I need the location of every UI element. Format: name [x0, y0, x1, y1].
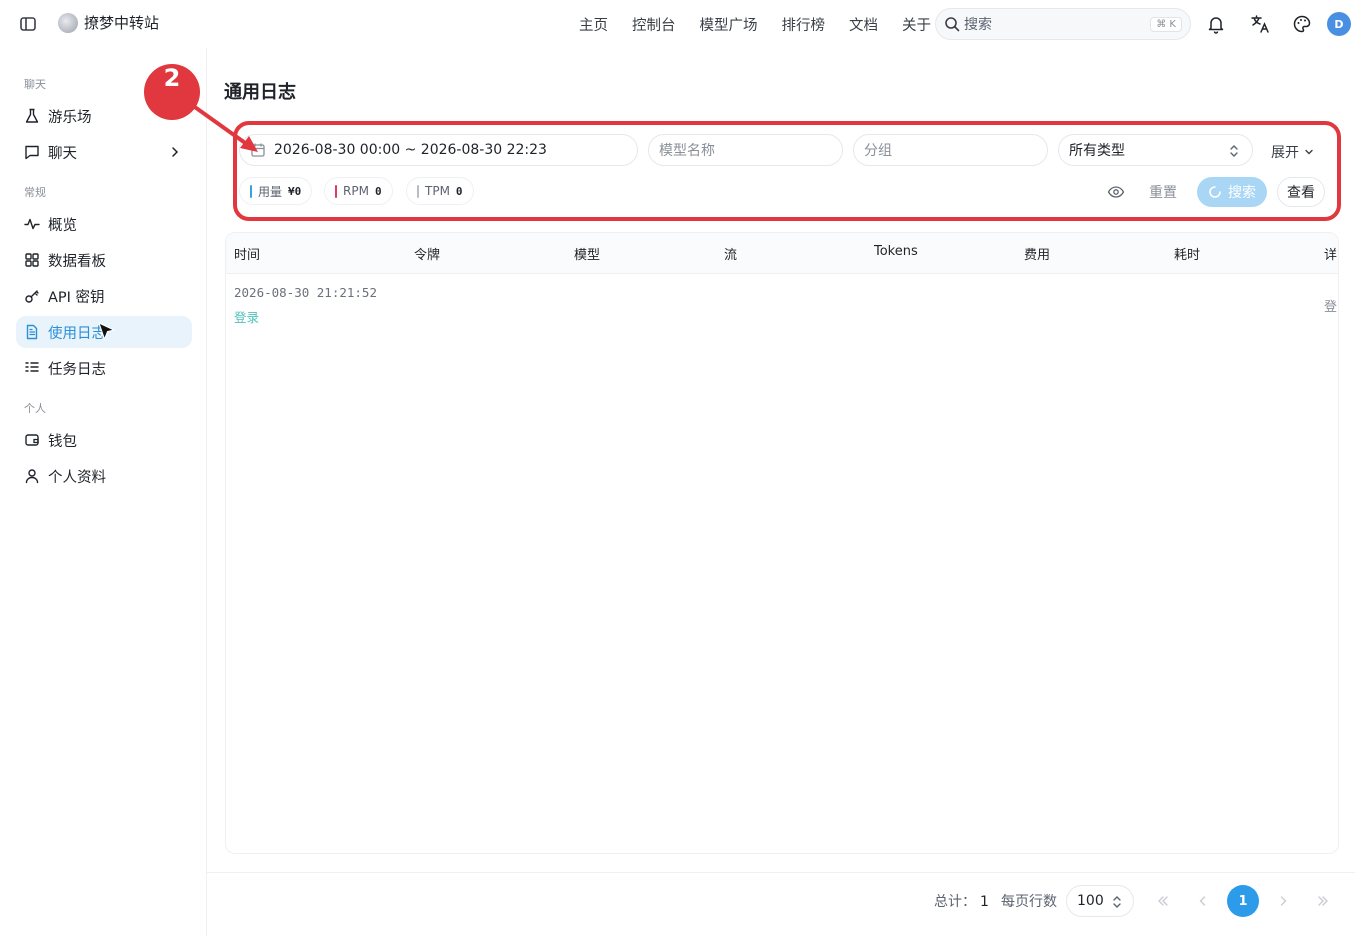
column-header-time[interactable]: 时间 [234, 244, 260, 263]
nav-about[interactable]: 关于 [902, 14, 931, 35]
column-header-tokens[interactable]: Tokens [874, 244, 918, 259]
sidebar-item-label: 钱包 [48, 433, 77, 450]
chat-icon [25, 145, 39, 160]
palette-icon[interactable] [1291, 13, 1313, 35]
sidebar-item-label: 游乐场 [48, 109, 92, 126]
flask-icon [25, 108, 39, 123]
double-chevron-right-icon [1318, 896, 1328, 906]
column-header-stream[interactable]: 流 [724, 244, 737, 263]
sidebar-section-personal: 个人 [24, 402, 46, 415]
chevron-right-icon [1280, 896, 1287, 906]
brand-logo [58, 12, 78, 33]
column-header-token[interactable]: 令牌 [414, 244, 440, 263]
nav-leaderboard[interactable]: 排行榜 [782, 14, 826, 35]
logs-table: 时间 令牌 模型 流 Tokens 费用 耗时 详 2026-08-30 21:… [225, 232, 1339, 854]
sidebar-item-dashboard[interactable]: 数据看板 [16, 244, 192, 276]
search-placeholder: 搜索 [964, 17, 992, 33]
search-icon [945, 17, 960, 32]
search-box[interactable]: 搜索 ⌘ K [935, 8, 1191, 40]
sidebar-item-task-logs[interactable]: 任务日志 [16, 352, 192, 384]
sidebar-toggle-icon[interactable] [18, 14, 38, 34]
sidebar-item-label: 聊天 [48, 145, 77, 162]
top-bar: 撩梦中转站 主页 控制台 模型广场 排行榜 文档 关于 搜索 ⌘ K D [0, 0, 1363, 48]
column-header-model[interactable]: 模型 [574, 244, 600, 263]
pagination-total-label: 总计： [934, 894, 976, 910]
brand-name: 撩梦中转站 [84, 14, 160, 32]
prev-page-button[interactable] [1187, 885, 1219, 917]
last-page-button[interactable] [1307, 885, 1339, 917]
key-icon [25, 290, 39, 303]
nav-home[interactable]: 主页 [579, 14, 608, 35]
nav-model-plaza[interactable]: 模型广场 [700, 14, 758, 35]
sidebar-item-wallet[interactable]: 钱包 [16, 424, 192, 456]
sidebar: 聊天 游乐场 聊天 常规 概览 数据看板 API 密钥 使用日志 任务日志 个人… [0, 48, 207, 936]
rows-per-page-select[interactable]: 100 [1066, 885, 1134, 917]
sidebar-item-chat[interactable]: 聊天 [16, 136, 192, 168]
sidebar-section-general: 常规 [24, 186, 46, 199]
sidebar-item-label: 数据看板 [48, 253, 106, 270]
page-button-current[interactable]: 1 [1227, 885, 1259, 917]
mouse-cursor-icon [98, 322, 116, 341]
brand[interactable]: 撩梦中转站 [58, 12, 159, 33]
sidebar-section-chat: 聊天 [24, 78, 46, 91]
first-page-button[interactable] [1147, 885, 1179, 917]
double-chevron-left-icon [1158, 896, 1168, 906]
search-shortcut: ⌘ K [1150, 16, 1182, 32]
row-time: 2026-08-30 21:21:52 [234, 285, 377, 300]
next-page-button[interactable] [1267, 885, 1299, 917]
row-type-tag: 登录 [234, 310, 260, 325]
sidebar-item-overview[interactable]: 概览 [16, 208, 192, 240]
list-icon [25, 362, 39, 372]
sidebar-item-label: 概览 [48, 217, 77, 234]
sidebar-item-label: 个人资料 [48, 469, 106, 486]
chevron-up-down-icon [1113, 896, 1121, 908]
sidebar-item-api-keys[interactable]: API 密钥 [16, 280, 192, 312]
table-header: 时间 令牌 模型 流 Tokens 费用 耗时 详 [226, 233, 1338, 274]
dashboard-icon [25, 253, 39, 267]
sidebar-item-label: API 密钥 [48, 289, 105, 306]
column-header-detail[interactable]: 详 [1324, 244, 1337, 263]
document-icon [26, 324, 38, 340]
user-icon [25, 469, 39, 484]
row-detail: 登 [1324, 300, 1338, 315]
pagination-bar: 总计： 1 每页行数 100 1 [207, 872, 1355, 928]
sidebar-item-profile[interactable]: 个人资料 [16, 460, 192, 492]
annotation-highlight-box [233, 121, 1341, 221]
annotation-step-badge: 2 [144, 64, 200, 120]
pagination-total: 总计： 1 [934, 891, 989, 911]
column-header-cost[interactable]: 费用 [1024, 244, 1050, 263]
chevron-right-icon [172, 147, 179, 157]
avatar[interactable]: D [1327, 12, 1351, 36]
bell-icon[interactable] [1205, 13, 1227, 35]
nav-docs[interactable]: 文档 [849, 14, 878, 35]
sidebar-item-label: 任务日志 [48, 361, 106, 378]
page-title: 通用日志 [224, 82, 296, 103]
rows-per-page-value: 100 [1077, 893, 1104, 909]
chevron-left-icon [1199, 896, 1206, 906]
rows-per-page-label: 每页行数 [1001, 894, 1057, 910]
translate-icon[interactable] [1249, 13, 1271, 35]
activity-icon [24, 218, 40, 230]
nav-console[interactable]: 控制台 [632, 14, 676, 35]
column-header-duration[interactable]: 耗时 [1174, 244, 1200, 263]
wallet-icon [25, 434, 39, 446]
top-nav: 主页 控制台 模型广场 排行榜 文档 关于 [579, 14, 931, 35]
pagination-total-value: 1 [980, 894, 989, 910]
